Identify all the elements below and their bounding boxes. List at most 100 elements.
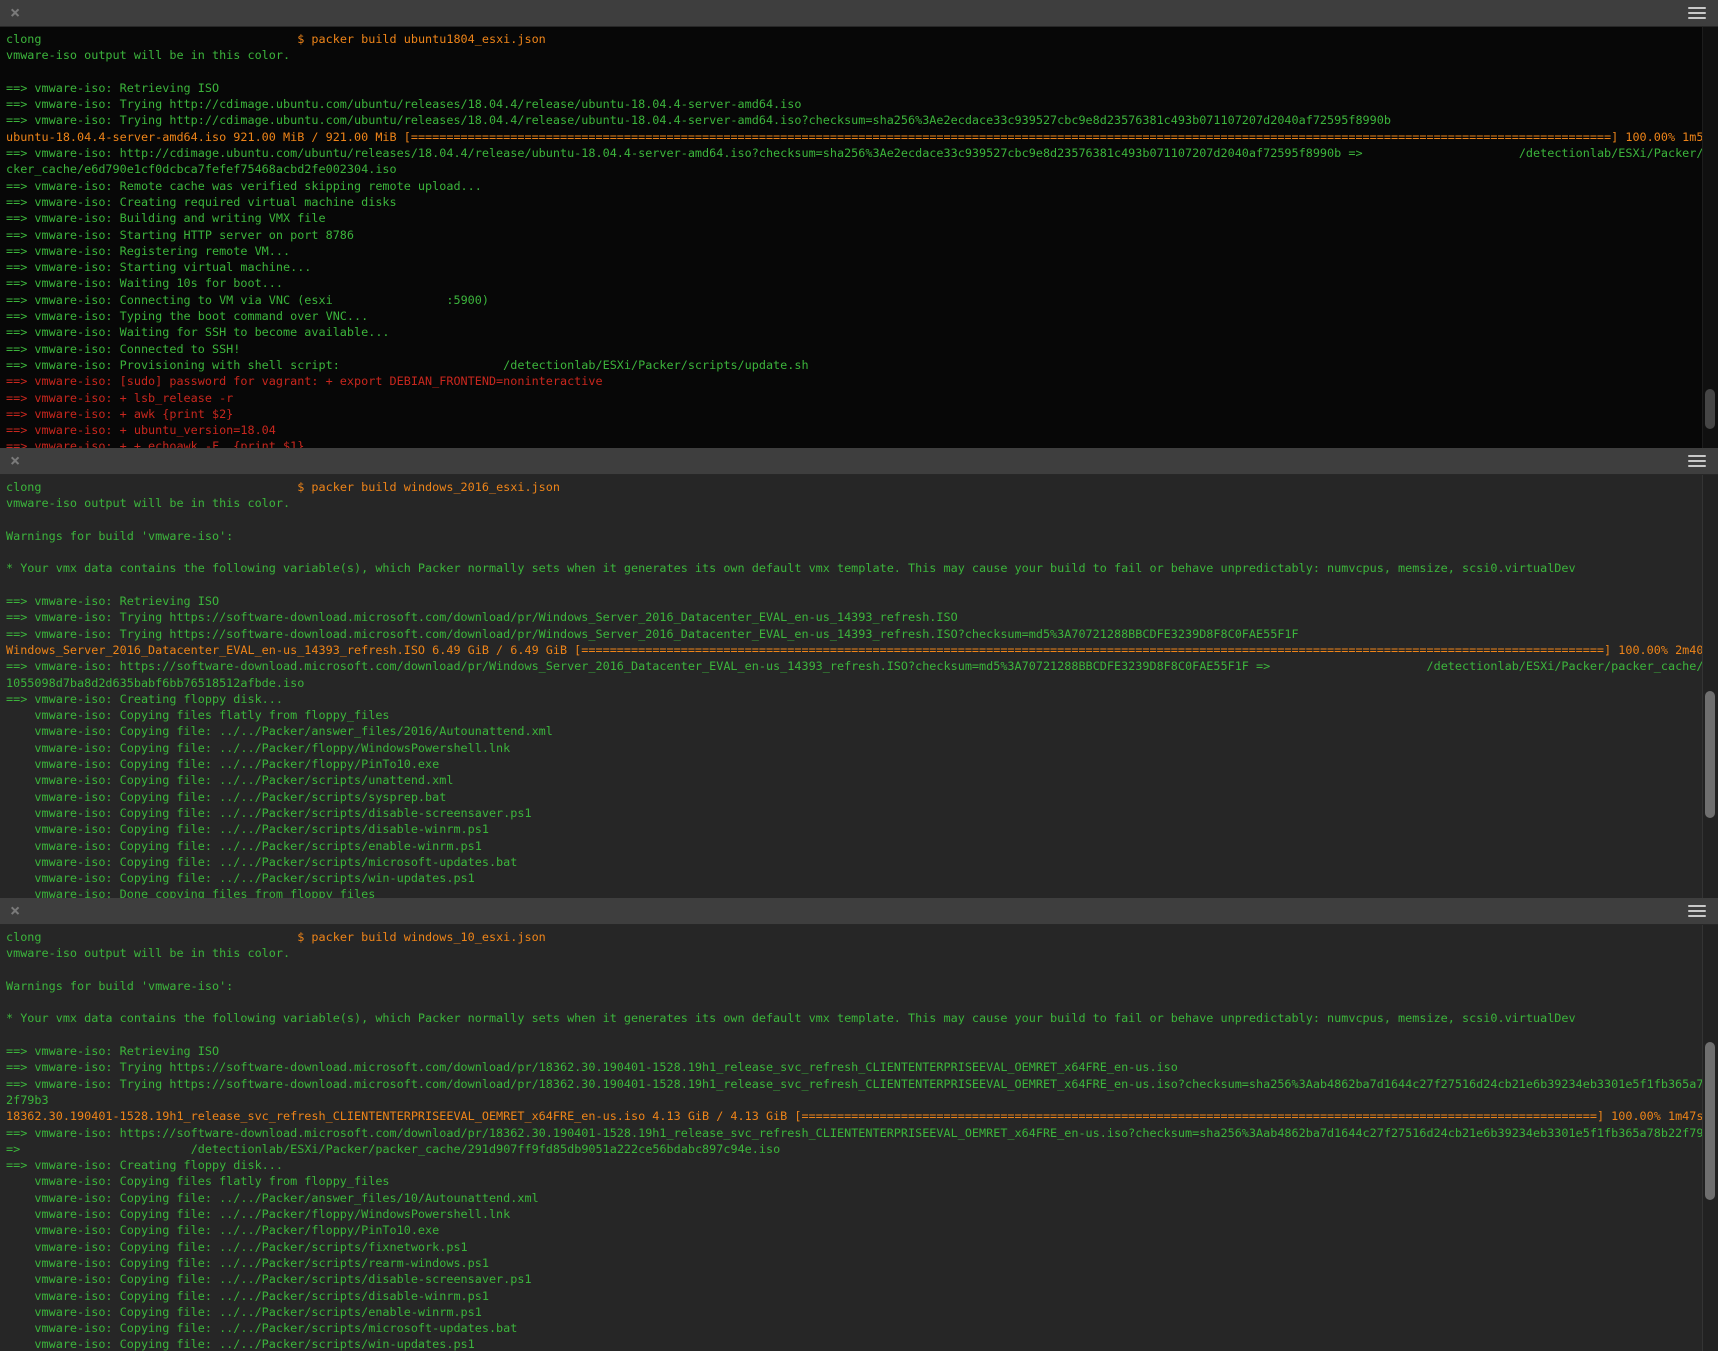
terminal-line: ==> vmware-iso: Provisioning with shell …	[6, 357, 1718, 373]
terminal-line: * Your vmx data contains the following v…	[6, 560, 1718, 576]
terminal-line: ==> vmware-iso: Connecting to VM via VNC…	[6, 292, 1718, 308]
terminal-line	[6, 512, 1718, 528]
terminal-line	[6, 577, 1718, 593]
terminal-line: ==> vmware-iso: Building and writing VMX…	[6, 210, 1718, 226]
scrollbar-track[interactable]	[1702, 475, 1718, 898]
terminal-line: ==> vmware-iso: Starting virtual machine…	[6, 259, 1718, 275]
scrollbar-thumb[interactable]	[1705, 389, 1715, 429]
terminal-line: ==> vmware-iso: Retrieving ISO	[6, 1043, 1718, 1059]
pane-titlebar: ×	[0, 0, 1718, 27]
terminal-output[interactable]: clong $ packer build ubuntu1804_esxi.jso…	[0, 27, 1718, 448]
terminal-line: clong $ packer build windows_10_esxi.jso…	[6, 929, 1718, 945]
terminal-line: ==> vmware-iso: Trying https://software-…	[6, 626, 1718, 642]
menu-icon[interactable]	[1688, 12, 1706, 14]
terminal-line: ==> vmware-iso: Typing the boot command …	[6, 308, 1718, 324]
terminal-line: ==> vmware-iso: + ubuntu_version=18.04	[6, 422, 1718, 438]
scrollbar-thumb[interactable]	[1705, 691, 1715, 818]
close-icon[interactable]: ×	[10, 5, 20, 22]
terminal-line: ==> vmware-iso: Waiting for SSH to becom…	[6, 324, 1718, 340]
terminal-line: vmware-iso output will be in this color.	[6, 47, 1718, 63]
terminal-line: ==> vmware-iso: + lsb_release -r	[6, 390, 1718, 406]
terminal-line: vmware-iso: Copying file: ../../Packer/s…	[6, 789, 1718, 805]
terminal-line: ==> vmware-iso: https://software-downloa…	[6, 658, 1718, 674]
terminal-line: vmware-iso: Copying file: ../../Packer/s…	[6, 805, 1718, 821]
terminal-line: vmware-iso: Copying file: ../../Packer/s…	[6, 838, 1718, 854]
terminal-line: vmware-iso: Copying file: ../../Packer/f…	[6, 740, 1718, 756]
terminal-line: vmware-iso: Copying file: ../../Packer/s…	[6, 1288, 1718, 1304]
terminal-line: ==> vmware-iso: Creating required virtua…	[6, 194, 1718, 210]
scrollbar-track[interactable]	[1702, 27, 1718, 448]
terminal-line: vmware-iso: Copying file: ../../Packer/s…	[6, 1320, 1718, 1336]
terminal-line: vmware-iso output will be in this color.	[6, 495, 1718, 511]
terminal-line: clong $ packer build ubuntu1804_esxi.jso…	[6, 31, 1718, 47]
terminal-line: vmware-iso: Copying file: ../../Packer/s…	[6, 854, 1718, 870]
terminal-line: vmware-iso: Copying file: ../../Packer/f…	[6, 1222, 1718, 1238]
terminal-lines: clong $ packer build windows_10_esxi.jso…	[6, 929, 1718, 1351]
terminal-output[interactable]: clong $ packer build windows_10_esxi.jso…	[0, 925, 1718, 1351]
pane-ubuntu1804: × clong $ packer build ubuntu1804_esxi.j…	[0, 0, 1718, 448]
terminal-line: vmware-iso: Copying file: ../../Packer/a…	[6, 723, 1718, 739]
pane-windows10: × clong $ packer build windows_10_esxi.j…	[0, 898, 1718, 1351]
scrollbar-track[interactable]	[1702, 925, 1718, 1351]
terminal-line: vmware-iso: Copying file: ../../Packer/s…	[6, 772, 1718, 788]
terminal-line: 2f79b3	[6, 1092, 1718, 1108]
terminal-line	[6, 962, 1718, 978]
terminal-line: vmware-iso: Copying file: ../../Packer/s…	[6, 870, 1718, 886]
terminal-line: ==> vmware-iso: [sudo] password for vagr…	[6, 373, 1718, 389]
terminal-line: ==> vmware-iso: Trying http://cdimage.ub…	[6, 112, 1718, 128]
terminal-line: ==> vmware-iso: + + echoawk -F. {print $…	[6, 438, 1718, 448]
terminal-line: vmware-iso: Done copying files from flop…	[6, 886, 1718, 898]
terminal-line	[6, 544, 1718, 560]
pane-titlebar: ×	[0, 898, 1718, 925]
terminal-line: vmware-iso: Copying file: ../../Packer/f…	[6, 1206, 1718, 1222]
terminal-stack: × clong $ packer build ubuntu1804_esxi.j…	[0, 0, 1718, 1351]
terminal-line: ==> vmware-iso: http://cdimage.ubuntu.co…	[6, 145, 1718, 161]
terminal-line: 1055098d7ba8d2d635babf6bb76518512afbde.i…	[6, 675, 1718, 691]
terminal-output[interactable]: clong $ packer build windows_2016_esxi.j…	[0, 475, 1718, 898]
pane-windows2016: × clong $ packer build windows_2016_esxi…	[0, 448, 1718, 898]
terminal-line: Windows_Server_2016_Datacenter_EVAL_en-u…	[6, 642, 1718, 658]
terminal-line: ==> vmware-iso: Trying https://software-…	[6, 1059, 1718, 1075]
menu-icon[interactable]	[1688, 460, 1706, 462]
terminal-line: vmware-iso: Copying file: ../../Packer/f…	[6, 756, 1718, 772]
terminal-line: => /detectionlab/ESXi/Packer/packer_cach…	[6, 1141, 1718, 1157]
terminal-line: vmware-iso output will be in this color.	[6, 945, 1718, 961]
close-icon[interactable]: ×	[10, 453, 20, 470]
terminal-line: ==> vmware-iso: https://software-downloa…	[6, 1125, 1718, 1141]
terminal-line: vmware-iso: Copying files flatly from fl…	[6, 1173, 1718, 1189]
terminal-line: ubuntu-18.04.4-server-amd64.iso 921.00 M…	[6, 129, 1718, 145]
terminal-line: ==> vmware-iso: Retrieving ISO	[6, 593, 1718, 609]
terminal-line: ==> vmware-iso: Creating floppy disk...	[6, 691, 1718, 707]
close-icon[interactable]: ×	[10, 903, 20, 920]
menu-icon[interactable]	[1688, 910, 1706, 912]
terminal-line: ==> vmware-iso: Trying https://software-…	[6, 1076, 1718, 1092]
terminal-line: 18362.30.190401-1528.19h1_release_svc_re…	[6, 1108, 1718, 1124]
terminal-line: vmware-iso: Copying file: ../../Packer/s…	[6, 821, 1718, 837]
terminal-line: vmware-iso: Copying file: ../../Packer/s…	[6, 1255, 1718, 1271]
terminal-line	[6, 64, 1718, 80]
scrollbar-thumb[interactable]	[1705, 1042, 1715, 1200]
pane-titlebar: ×	[0, 448, 1718, 475]
terminal-line: ==> vmware-iso: Waiting 10s for boot...	[6, 275, 1718, 291]
terminal-line	[6, 994, 1718, 1010]
terminal-line: ==> vmware-iso: Retrieving ISO	[6, 80, 1718, 96]
terminal-line: ==> vmware-iso: + awk {print $2}	[6, 406, 1718, 422]
terminal-lines: clong $ packer build ubuntu1804_esxi.jso…	[6, 31, 1718, 448]
terminal-line	[6, 1027, 1718, 1043]
terminal-line: vmware-iso: Copying file: ../../Packer/a…	[6, 1190, 1718, 1206]
terminal-line: * Your vmx data contains the following v…	[6, 1010, 1718, 1026]
terminal-line: Warnings for build 'vmware-iso':	[6, 528, 1718, 544]
terminal-line: ==> vmware-iso: Remote cache was verifie…	[6, 178, 1718, 194]
terminal-line: vmware-iso: Copying file: ../../Packer/s…	[6, 1336, 1718, 1351]
terminal-line: vmware-iso: Copying file: ../../Packer/s…	[6, 1271, 1718, 1287]
terminal-line: ==> vmware-iso: Starting HTTP server on …	[6, 227, 1718, 243]
terminal-line: vmware-iso: Copying files flatly from fl…	[6, 707, 1718, 723]
terminal-line: Warnings for build 'vmware-iso':	[6, 978, 1718, 994]
terminal-line: clong $ packer build windows_2016_esxi.j…	[6, 479, 1718, 495]
terminal-line: cker_cache/e6d790e1cf0dcbca7fefef75468ac…	[6, 161, 1718, 177]
terminal-line: ==> vmware-iso: Trying https://software-…	[6, 609, 1718, 625]
terminal-line: ==> vmware-iso: Registering remote VM...	[6, 243, 1718, 259]
terminal-line: ==> vmware-iso: Connected to SSH!	[6, 341, 1718, 357]
terminal-lines: clong $ packer build windows_2016_esxi.j…	[6, 479, 1718, 898]
terminal-line: vmware-iso: Copying file: ../../Packer/s…	[6, 1239, 1718, 1255]
